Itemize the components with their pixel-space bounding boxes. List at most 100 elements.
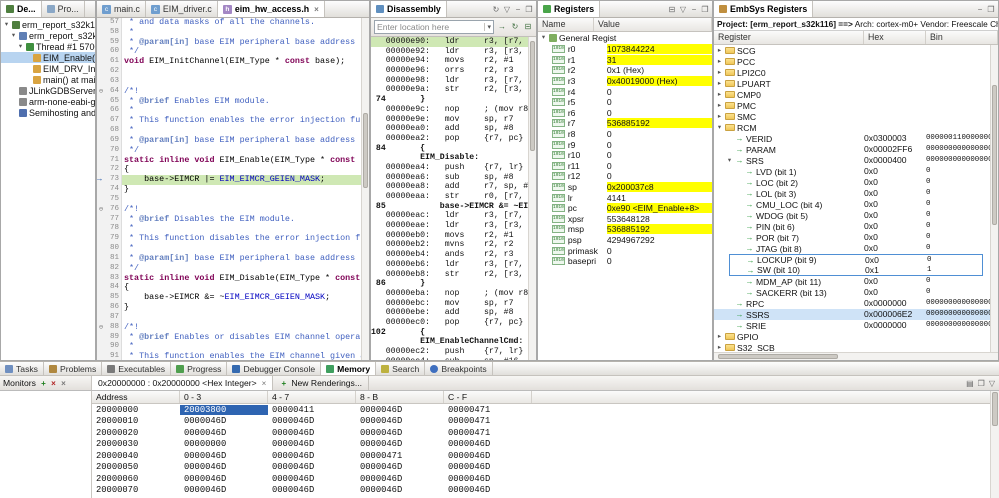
register-row[interactable]: 1010lr4141: [538, 192, 712, 203]
memory-scrollbar[interactable]: [990, 391, 999, 498]
asm-label[interactable]: EIM_Disable:: [371, 153, 528, 163]
editor-scrollbar[interactable]: [361, 18, 369, 360]
memory-cell[interactable]: 0000046D: [356, 474, 444, 484]
debug-tree-item[interactable]: ▾erm_report_s32k116_debug: [1, 19, 95, 30]
code-line[interactable]: 72{: [97, 165, 361, 175]
memory-cell[interactable]: 00000471: [356, 451, 444, 461]
memory-cell[interactable]: 00000000: [180, 439, 268, 449]
memory-cell[interactable]: 0000046D: [268, 462, 356, 472]
code-line[interactable]: 85 base->EIMCR &= ~EIM_EIMCR_GEIEN_MASK;: [97, 293, 361, 303]
asm-instruction[interactable]: 00000e98: ldr r3, [r7, #4]: [371, 76, 528, 86]
memory-cell[interactable]: 0000046D: [356, 485, 444, 495]
expander-icon[interactable]: ▾: [17, 42, 24, 52]
code-line[interactable]: 81 * @param[in] base EIM peripheral base…: [97, 254, 361, 264]
tab-disassembly[interactable]: Disassembly: [371, 1, 447, 17]
embsys-horizontal-scrollbar[interactable]: [714, 352, 998, 360]
view-tab-memory[interactable]: Memory: [321, 362, 376, 375]
asm-instruction[interactable]: 00000e9a: str r2, [r3, #0]: [371, 85, 528, 95]
code-line[interactable]: 77 * @brief Disables the EIM module.: [97, 215, 361, 225]
memory-row[interactable]: 2000000020003800000004110000046D00000471: [92, 404, 999, 416]
minimize-icon[interactable]: −: [690, 5, 698, 14]
fold-marker-icon[interactable]: ⊖: [99, 324, 103, 332]
memory-cell[interactable]: 0000046D: [180, 451, 268, 461]
memory-row[interactable]: 200000100000046D0000046D0000046D00000471: [92, 416, 999, 428]
expander-icon[interactable]: ▾: [10, 31, 17, 41]
column-header[interactable]: Address: [92, 391, 180, 403]
embsys-register-row[interactable]: →JTAG (bit 8)0x00: [714, 243, 990, 254]
embsys-group-row[interactable]: ▸SCG: [714, 45, 990, 56]
asm-instruction[interactable]: 00000e92: ldr r3, [r3, #0]: [371, 47, 528, 57]
scrollbar-thumb[interactable]: [718, 354, 838, 359]
embsys-group-row[interactable]: ▸GPIO: [714, 331, 990, 342]
debug-tree-item[interactable]: ▾Thread #1 57005 (S...: [1, 41, 95, 52]
expander-icon[interactable]: ▸: [716, 79, 723, 89]
memory-cell[interactable]: 0000046D: [356, 462, 444, 472]
code-line[interactable]: 86}: [97, 303, 361, 313]
embsys-register-row[interactable]: →MDM_AP (bit 11)0x00: [714, 276, 990, 287]
embsys-register-row[interactable]: →SACKERR (bit 13)0x00: [714, 287, 990, 298]
register-row[interactable]: 1010msp536885192: [538, 224, 712, 235]
asm-source-line[interactable]: 85 base->EIMCR &= ~EIM: [371, 202, 528, 212]
code-line[interactable]: 74}: [97, 185, 361, 195]
memory-cell[interactable]: 0000046D: [444, 485, 532, 495]
embsys-register-row[interactable]: →POR (bit 7)0x00: [714, 232, 990, 243]
sync-pc-icon[interactable]: →: [497, 22, 507, 32]
asm-instruction[interactable]: 00000e90: ldr r3, [r7, #4]: [371, 37, 528, 47]
new-rendering-icon[interactable]: ▤: [966, 379, 974, 388]
asm-source-line[interactable]: 74 }: [371, 95, 528, 105]
register-row[interactable]: 1010r100: [538, 150, 712, 161]
debug-tree-item[interactable]: EIM_Enable() at ...: [1, 52, 95, 63]
embsys-register-row[interactable]: →PARAM0x00002FF6000000000000000000101111…: [714, 144, 990, 155]
memory-row[interactable]: 200000500000046D0000046D0000046D0000046D: [92, 462, 999, 474]
embsys-register-row[interactable]: →LOCKUP (bit 9)0x00: [730, 255, 982, 265]
asm-instruction[interactable]: 00000eb6: ldr r3, [r7, #4]: [371, 260, 528, 270]
expander-icon[interactable]: ▸: [716, 57, 723, 67]
monitors-list[interactable]: [0, 391, 92, 498]
expander-icon[interactable]: ▸: [716, 68, 723, 78]
code-line[interactable]: 78 *: [97, 224, 361, 234]
asm-instruction[interactable]: 00000ec0: pop {r7, pc}: [371, 318, 528, 328]
code-line[interactable]: 68 *: [97, 126, 361, 136]
embsys-register-row[interactable]: →LOL (bit 3)0x00: [714, 188, 990, 199]
memory-cell[interactable]: 20003800: [180, 405, 268, 415]
asm-instruction[interactable]: 00000ec4: sub sp, #16: [371, 357, 528, 360]
asm-instruction[interactable]: 00000ea4: push {r7, lr}: [371, 163, 528, 173]
embsys-register-row[interactable]: →RPC0x0000000000000000000000000000000000…: [714, 298, 990, 309]
view-tab-problems[interactable]: Problems: [44, 362, 102, 375]
view-menu-icon[interactable]: ▽: [989, 379, 995, 388]
memory-cell[interactable]: 0000046D: [444, 474, 532, 484]
editor-tab[interactable]: cEIM_driver.c: [146, 1, 218, 17]
asm-instruction[interactable]: 00000ea0: add sp, #8: [371, 124, 528, 134]
code-line[interactable]: 91 * This function enables the EIM chann…: [97, 352, 361, 360]
asm-instruction[interactable]: 00000eb0: movs r2, #1: [371, 231, 528, 241]
asm-instruction[interactable]: 00000ec2: push {r7, lr}: [371, 347, 528, 357]
asm-instruction[interactable]: 00000eb8: str r2, [r3, #0]: [371, 270, 528, 280]
minimize-icon[interactable]: −: [514, 5, 522, 14]
asm-instruction[interactable]: 00000e9c: nop ; (mov r8, r8): [371, 105, 528, 115]
embsys-group-row[interactable]: ▾RCM: [714, 122, 990, 133]
asm-instruction[interactable]: 00000ea2: pop {r7, pc}: [371, 134, 528, 144]
scrollbar-thumb[interactable]: [530, 41, 535, 151]
expander-icon[interactable]: ▾: [716, 123, 723, 133]
register-group[interactable]: ▾General Regist: [538, 32, 712, 44]
register-row[interactable]: 1010r40: [538, 86, 712, 97]
code-line[interactable]: 84{: [97, 283, 361, 293]
minimize-icon[interactable]: −: [976, 5, 984, 14]
embsys-register-row[interactable]: →CMU_LOC (bit 4)0x00: [714, 199, 990, 210]
code-line[interactable]: ⊖64/*!: [97, 87, 361, 97]
code-line[interactable]: 89 * @brief Enables or disables EIM chan…: [97, 333, 361, 343]
expander-icon[interactable]: ▸: [716, 112, 723, 122]
register-row[interactable]: 1010r01073844224: [538, 44, 712, 55]
add-memory-monitor-icon[interactable]: +: [39, 379, 48, 388]
memory-cell[interactable]: 0000046D: [444, 462, 532, 472]
column-header[interactable]: 4 - 7: [268, 391, 356, 403]
embsys-group-row[interactable]: ▸PMC: [714, 100, 990, 111]
register-row[interactable]: 1010psp4294967292: [538, 235, 712, 246]
scrollbar-thumb[interactable]: [992, 85, 997, 225]
memory-cell[interactable]: 0000046D: [180, 474, 268, 484]
code-line[interactable]: 61void EIM_InitChannel(EIM_Type * const …: [97, 57, 361, 67]
tab-debug[interactable]: De...: [1, 1, 42, 17]
debug-tree-item[interactable]: arm-none-eabi-gdb: [1, 96, 95, 107]
location-input[interactable]: Enter location here ▾: [374, 20, 494, 34]
column-value[interactable]: Value: [594, 18, 712, 31]
